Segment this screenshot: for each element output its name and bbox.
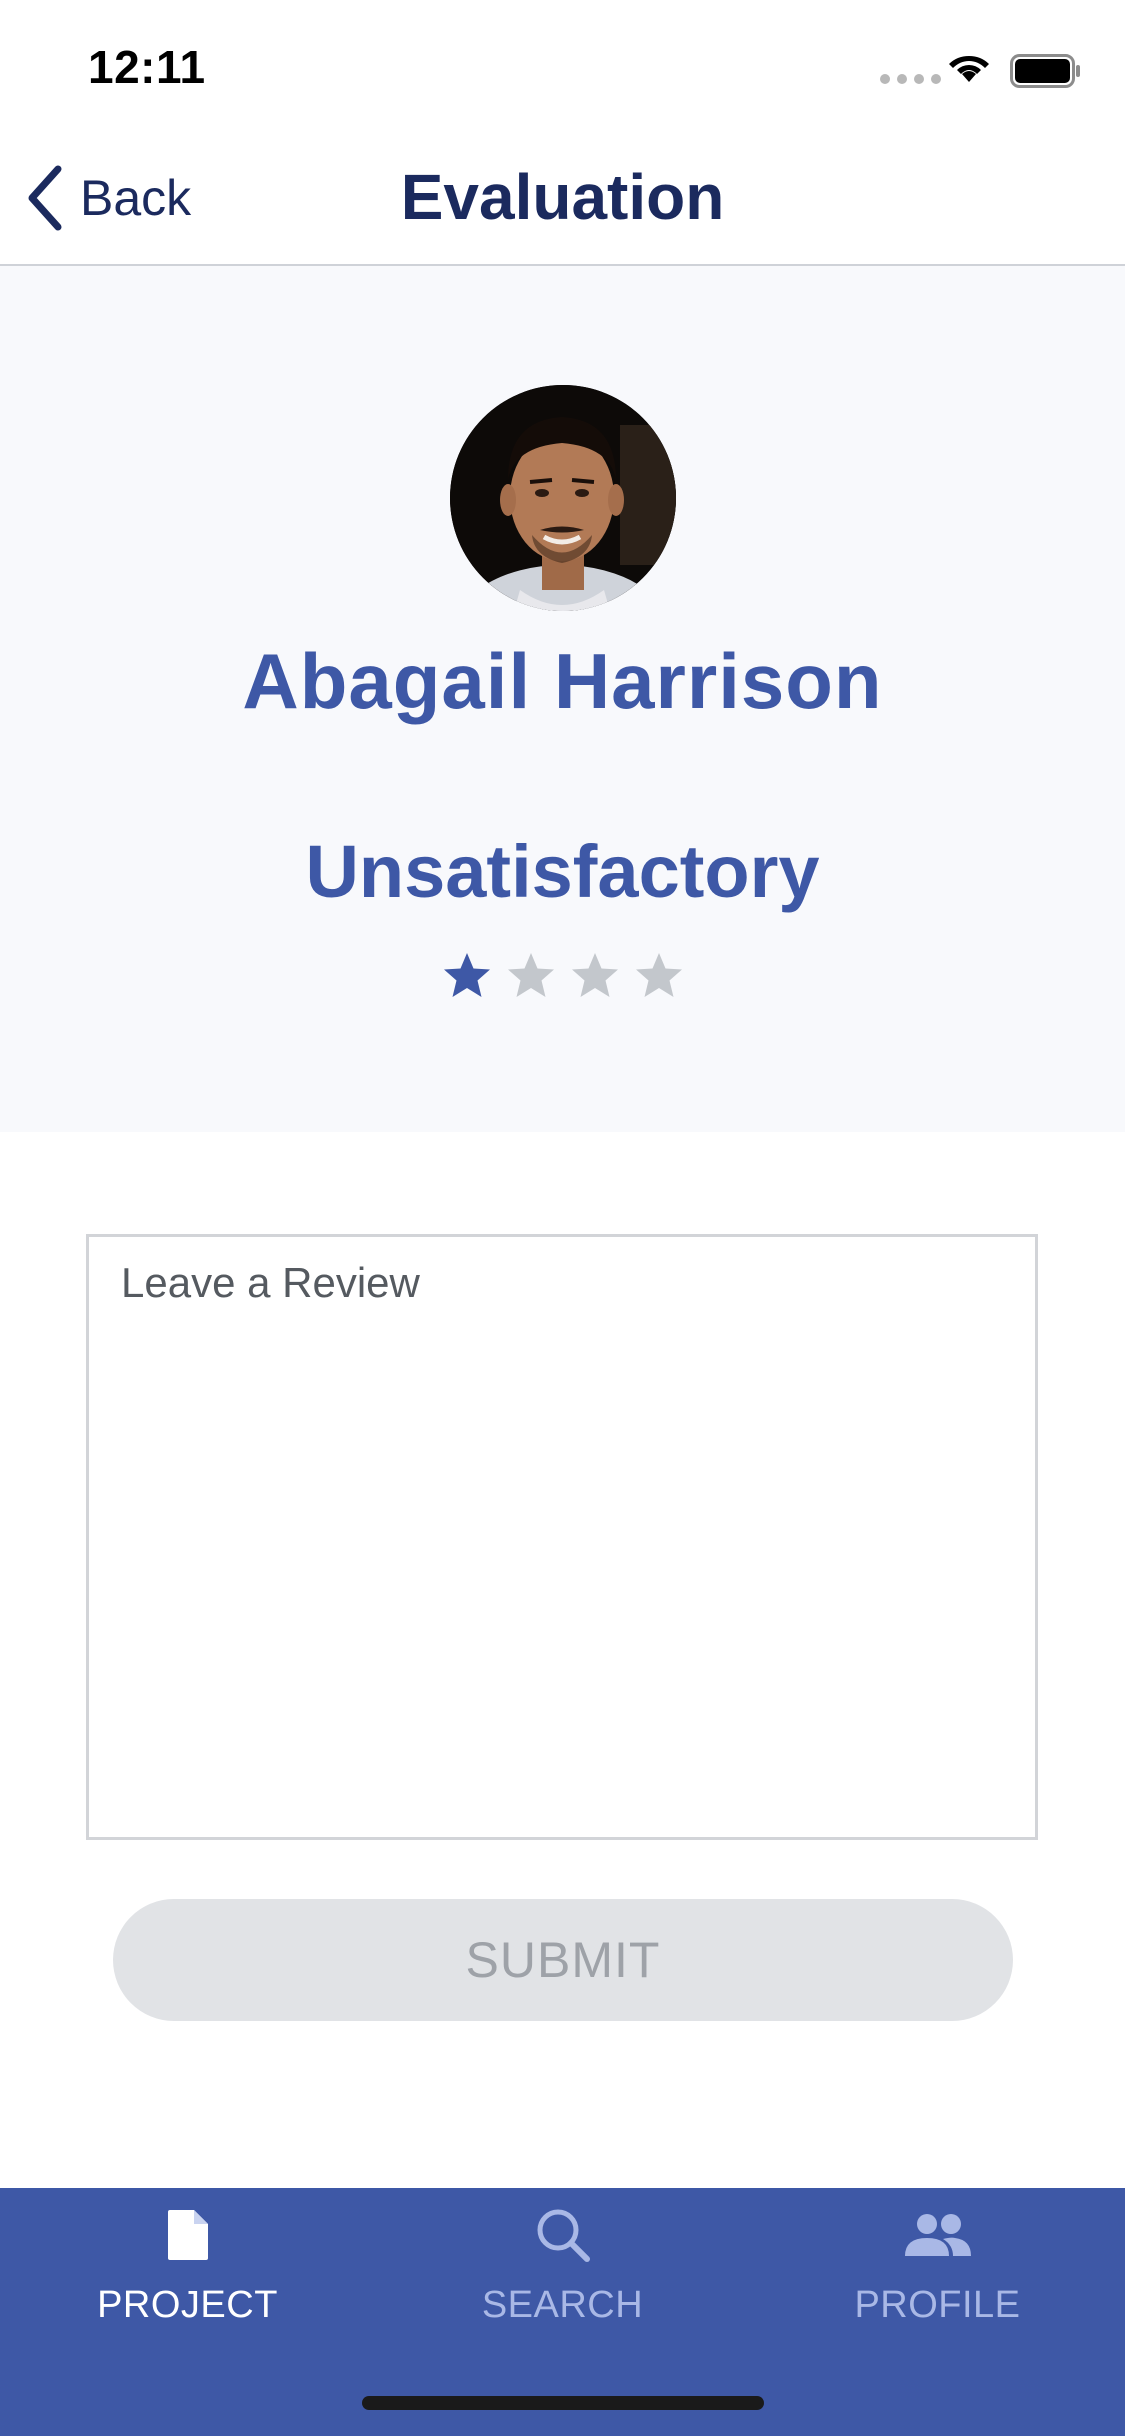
star-icon[interactable] [633, 950, 685, 1002]
page-title: Evaluation [400, 161, 725, 233]
avatar-photo [450, 385, 676, 611]
home-indicator [362, 2396, 764, 2410]
cellular-signal-icon [880, 74, 941, 84]
status-time: 12:11 [88, 41, 206, 93]
tab-label: SEARCH [481, 2284, 644, 2326]
tab-label: PROJECT [97, 2284, 278, 2326]
document-icon [167, 2210, 208, 2260]
star-icon[interactable] [569, 950, 621, 1002]
star-icon[interactable] [505, 950, 557, 1002]
avatar [450, 385, 676, 611]
search-icon [537, 2209, 590, 2262]
battery-icon [1010, 54, 1080, 88]
review-input[interactable] [89, 1237, 1035, 1837]
tab-search[interactable]: SEARCH [375, 2188, 750, 2358]
tab-label: PROFILE [854, 2284, 1021, 2326]
tab-profile[interactable]: PROFILE [750, 2188, 1125, 2358]
star-rating[interactable] [0, 950, 1125, 1002]
people-icon [904, 2214, 971, 2256]
person-name: Abagail Harrison [242, 637, 883, 725]
status-bar: 12:11 [0, 0, 1125, 132]
wifi-icon [949, 56, 989, 82]
review-field[interactable] [86, 1234, 1038, 1840]
submit-button[interactable]: SUBMIT [113, 1899, 1013, 2021]
tab-project[interactable]: PROJECT [0, 2188, 375, 2358]
star-icon[interactable] [441, 950, 493, 1002]
navigation-bar: Back Evaluation [0, 132, 1125, 266]
evaluation-header: Abagail Harrison Unsatisfactory [0, 266, 1125, 1132]
rating-label: Unsatisfactory [305, 830, 820, 913]
